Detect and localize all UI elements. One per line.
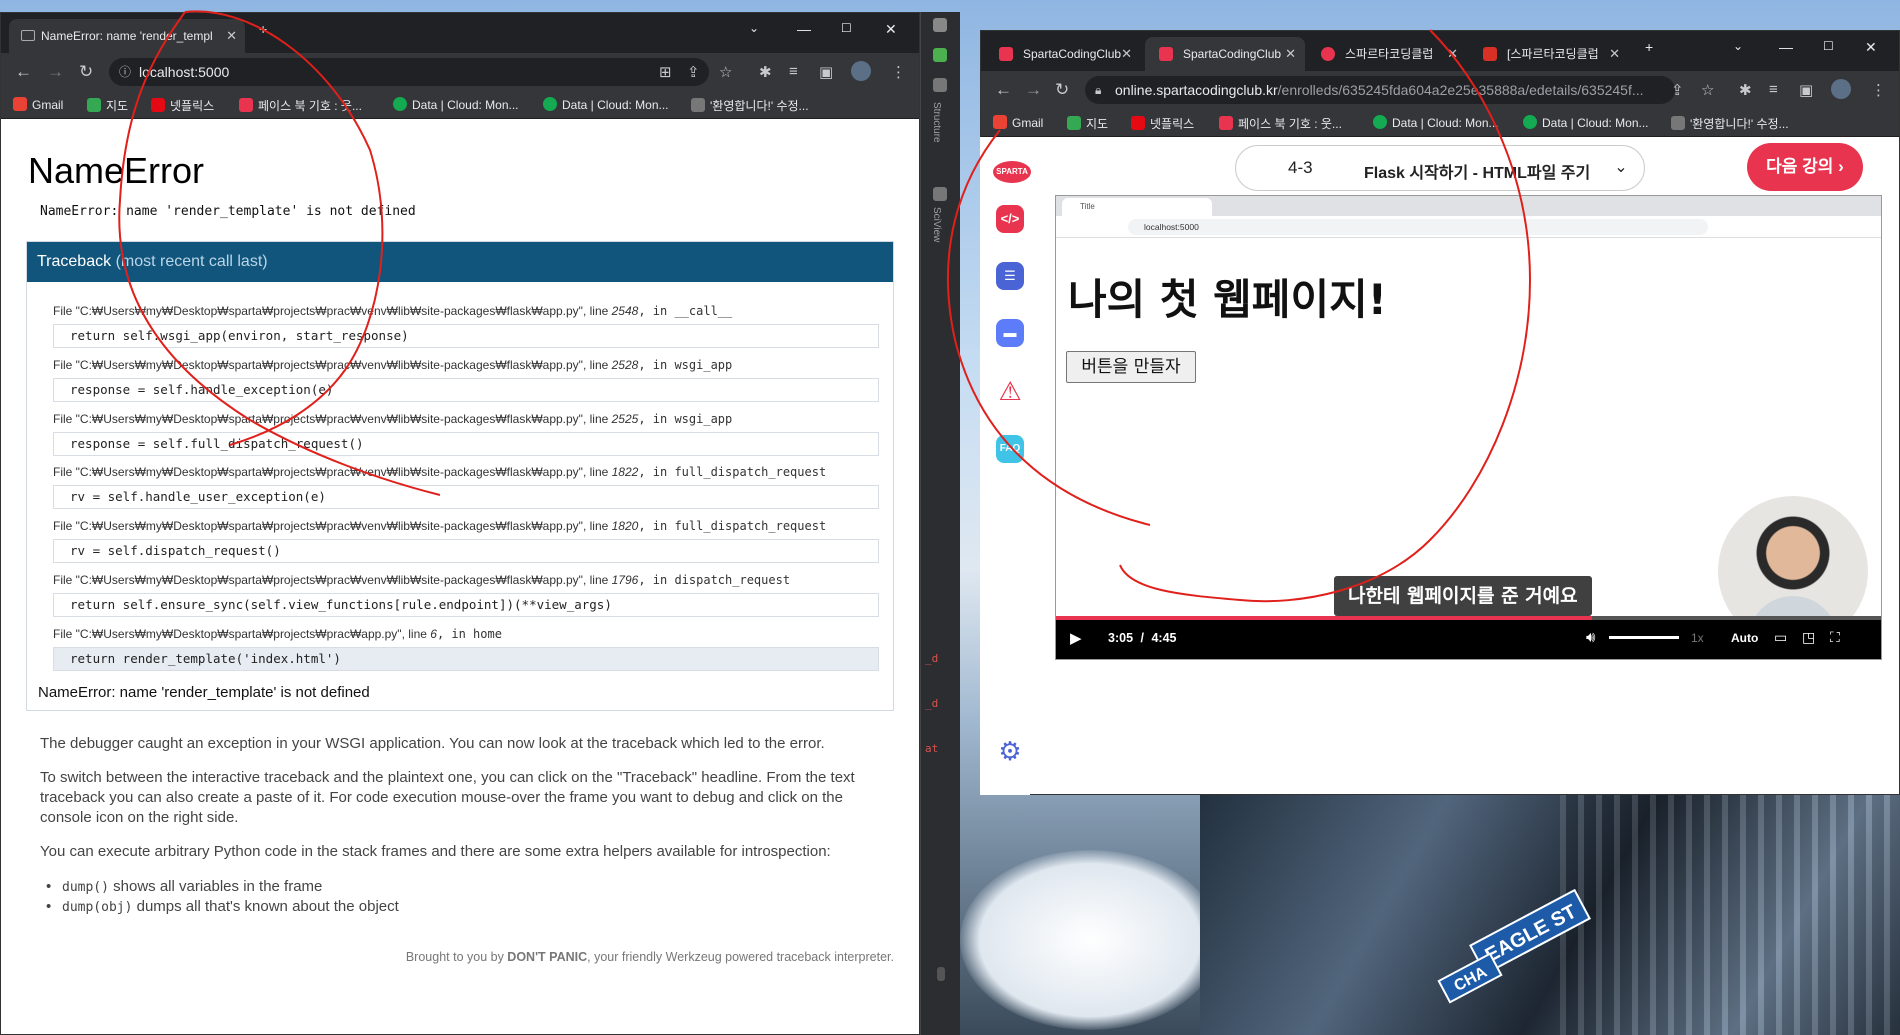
annotation-circle-left <box>118 10 441 496</box>
annotation-circle-right <box>946 29 1532 603</box>
annotation-layer <box>118 10 1532 603</box>
